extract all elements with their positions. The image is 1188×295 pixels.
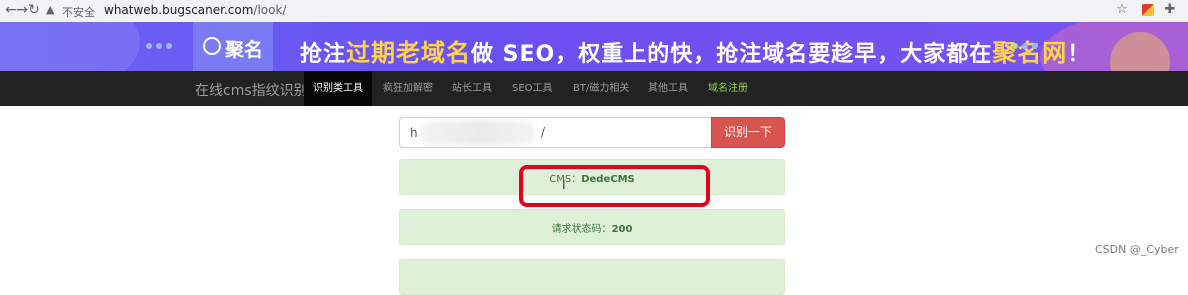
nav-item-domain-register[interactable]: 域名注册 — [699, 71, 757, 106]
puzzle-icon[interactable]: ✚ — [1163, 3, 1177, 17]
banner-dots — [1012, 43, 1038, 49]
result-value: 200 — [611, 224, 633, 235]
url-input-value-start: h — [410, 126, 418, 140]
banner-decoration — [0, 22, 140, 71]
watermark: CSDN @_Cyber — [1095, 243, 1179, 256]
result-line: 请求状态码：200 — [400, 220, 784, 235]
slogan-part: 抢注 — [300, 42, 347, 67]
logo-icon — [203, 37, 221, 55]
slogan-part: ！ — [1067, 42, 1091, 67]
result-status-code: 请求状态码：200 — [399, 209, 785, 245]
banner-logo: 聚名 — [193, 22, 273, 71]
nav-item-webmaster-tools[interactable]: 站长工具 — [443, 71, 501, 106]
url-path: /look/ — [253, 3, 287, 17]
nav-item-seo-tools[interactable]: SEO工具 — [503, 71, 562, 106]
url-field[interactable]: whatweb.bugscaner.com/look/ — [104, 3, 286, 17]
star-icon[interactable]: ☆ — [1115, 3, 1129, 17]
nav-item-recognition-tools[interactable]: 识别类工具 — [304, 71, 372, 106]
redacted-blur — [420, 121, 536, 145]
banner-dots — [146, 43, 172, 49]
warning-icon[interactable]: ▲ — [46, 4, 58, 16]
url-host: whatweb.bugscaner.com — [104, 3, 254, 17]
identify-button[interactable]: 识别一下 — [711, 117, 785, 148]
result-next — [399, 259, 785, 295]
slogan-part: 做 SEO，权重上的快，抢注域名要趁早，大家都在 — [471, 42, 993, 67]
reload-icon[interactable]: ↻ — [26, 2, 42, 18]
result-label: 请求状态码： — [551, 224, 612, 235]
annotation-highlight — [519, 165, 710, 207]
banner-slogan: 抢注过期老域名做 SEO，权重上的快，抢注域名要趁早，大家都在聚名网！ — [300, 33, 1090, 68]
url-input-value-end: / — [541, 125, 546, 139]
site-navbar: 在线cms指纹识别 识别类工具 疯狂加解密 站长工具 SEO工具 BT/磁力相关… — [0, 71, 1188, 106]
security-label[interactable]: 不安全 — [62, 4, 95, 20]
ad-banner[interactable]: 聚名 抢注过期老域名做 SEO，权重上的快，抢注域名要趁早，大家都在聚名网！ — [0, 22, 1188, 71]
nav-item-bt-magnet[interactable]: BT/磁力相关 — [564, 71, 638, 106]
nav-item-crypto[interactable]: 疯狂加解密 — [374, 71, 442, 106]
site-brand[interactable]: 在线cms指纹识别 — [195, 80, 308, 100]
text-cursor-icon: I — [562, 178, 566, 192]
logo-text: 聚名 — [225, 39, 264, 61]
slogan-highlight: 过期老域名 — [346, 39, 472, 67]
nav-item-other-tools[interactable]: 其他工具 — [639, 71, 697, 106]
url-input[interactable]: h / — [399, 117, 711, 148]
browser-toolbar: ← → ↻ ▲ 不安全 whatweb.bugscaner.com/look/ … — [0, 0, 1188, 23]
extension-icon[interactable] — [1142, 4, 1154, 16]
